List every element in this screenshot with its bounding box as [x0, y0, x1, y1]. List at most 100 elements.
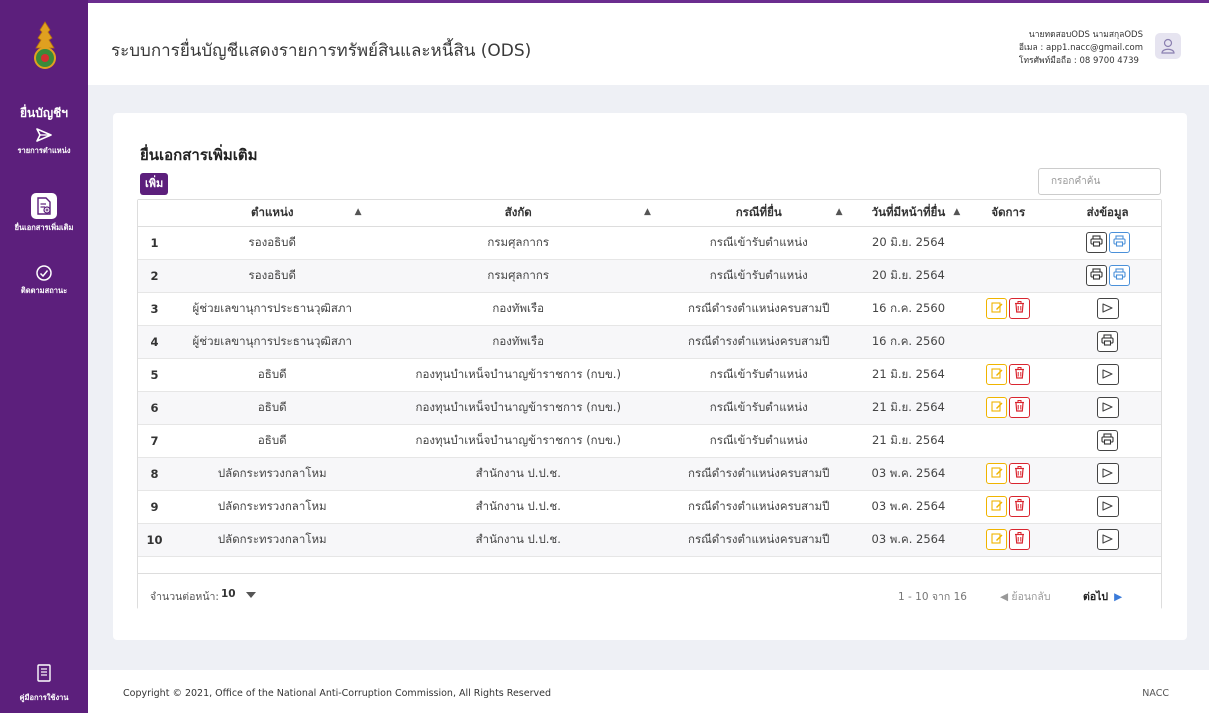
manual-book-icon [37, 664, 51, 682]
sort-icon[interactable]: ▲︎ [953, 207, 960, 217]
active-item-box [31, 193, 57, 219]
delete-button[interactable] [1009, 397, 1031, 418]
print-button[interactable] [1085, 265, 1107, 286]
sort-icon[interactable]: ▲︎ [355, 207, 362, 217]
send-button[interactable] [1096, 529, 1119, 550]
sidebar-item-track-status[interactable]: ติดตามสถานะ [0, 264, 88, 297]
cell-send [1054, 325, 1161, 359]
table-row: 6 อธิบดี กองทุนบำเหน็จบำนาญข้าราชการ (กบ… [138, 391, 1161, 425]
footer-org: NACC [1142, 688, 1169, 699]
user-email: อีเมล : app1.nacc@gmail.com [1018, 43, 1143, 53]
cell-position: ปลัดกระทรวงกลาโหม [170, 457, 374, 491]
row-number: 4 [138, 325, 171, 359]
search-input[interactable] [1038, 168, 1161, 195]
cell-date: 21 มิ.ย. 2564 [854, 391, 963, 425]
table-row: 7 อธิบดี กองทุนบำเหน็จบำนาญข้าราชการ (กบ… [138, 424, 1161, 458]
delete-button[interactable] [1009, 298, 1031, 319]
print-button[interactable] [1097, 331, 1119, 352]
send-button[interactable] [1096, 298, 1119, 319]
cell-date: 03 พ.ค. 2564 [854, 523, 963, 557]
per-page-select[interactable]: 10 [221, 588, 236, 600]
cell-send [1054, 424, 1161, 458]
edit-button[interactable] [986, 397, 1008, 418]
printer-icon [1090, 268, 1103, 283]
cell-date: 16 ก.ค. 2560 [854, 292, 963, 326]
sort-icon[interactable]: ▲︎ [644, 207, 651, 217]
cell-dept: สำนักงาน ป.ป.ช. [373, 457, 663, 491]
send-icon [1102, 533, 1113, 547]
sidebar-item-manual[interactable]: คู่มือการใช้งาน [0, 664, 88, 704]
documents-table: ตำแหน่ง ▲︎ สังกัด ▲︎ กรณีที่ยื่น ▲︎ วันที่ม… [137, 199, 1162, 609]
sidebar-item-additional-docs[interactable]: ยื่นเอกสารเพิ่มเติม [0, 193, 88, 234]
row-number: 6 [138, 391, 171, 425]
table-row: 5 อธิบดี กองทุนบำเหน็จบำนาญข้าราชการ (กบ… [138, 358, 1161, 392]
header-date[interactable]: วันที่มีหน้าที่ยื่น ▲︎ [854, 200, 963, 227]
delete-button[interactable] [1009, 529, 1031, 550]
send-button[interactable] [1096, 496, 1119, 517]
cell-date: 21 มิ.ย. 2564 [854, 424, 963, 458]
cell-dept: สำนักงาน ป.ป.ช. [373, 490, 663, 524]
print-button[interactable] [1097, 430, 1119, 451]
cell-manage [962, 457, 1055, 491]
header-label: ตำแหน่ง [251, 204, 294, 219]
cell-position: รองอธิบดี [170, 259, 374, 293]
table-row: 9 ปลัดกระทรวงกลาโหม สำนักงาน ป.ป.ช. กรณี… [138, 490, 1161, 524]
send-button[interactable] [1096, 364, 1119, 385]
cell-send [1054, 292, 1161, 326]
edit-button[interactable] [986, 298, 1008, 319]
next-page-button[interactable]: ต่อไป ▶︎ [1083, 588, 1122, 605]
footer: Copyright © 2021, Office of the National… [88, 670, 1209, 713]
table-row: 4 ผู้ช่วยเลขานุการประธานวุฒิสภา กองทัพเร… [138, 325, 1161, 359]
edit-icon [991, 499, 1003, 514]
table-header-row: ตำแหน่ง ▲︎ สังกัด ▲︎ กรณีที่ยื่น ▲︎ วันที่ม… [138, 200, 1161, 227]
cell-manage [962, 358, 1055, 392]
delete-button[interactable] [1009, 496, 1031, 517]
send-icon [1102, 368, 1113, 382]
header-case[interactable]: กรณีที่ยื่น ▲︎ [662, 200, 855, 227]
cell-date: 20 มิ.ย. 2564 [854, 226, 963, 260]
prev-page-button[interactable]: ◀ ย้อนกลับ [1000, 588, 1051, 605]
user-phone: โทรศัพท์มือถือ : 08 9700 4739 [1018, 56, 1139, 66]
row-number: 3 [138, 292, 171, 326]
cell-manage [962, 391, 1055, 425]
sort-icon[interactable]: ▲︎ [836, 207, 843, 217]
cell-send [1054, 358, 1161, 392]
print-alt-button[interactable] [1108, 265, 1130, 286]
cell-send [1054, 490, 1161, 524]
cell-case: กรณีดำรงตำแหน่งครบสามปี [662, 292, 855, 326]
printer-icon [1113, 235, 1126, 250]
header-dept[interactable]: สังกัด ▲︎ [373, 200, 663, 227]
header-position[interactable]: ตำแหน่ง ▲︎ [170, 200, 374, 227]
cell-send [1054, 226, 1161, 260]
cell-case: กรณีเข้ารับตำแหน่ง [662, 424, 855, 458]
table-row: 1 รองอธิบดี กรมศุลกากร กรณีเข้ารับตำแหน่… [138, 226, 1161, 260]
manual-label: คู่มือการใช้งาน [19, 693, 69, 702]
send-button[interactable] [1096, 463, 1119, 484]
chevron-down-icon[interactable] [246, 592, 256, 598]
edit-button[interactable] [986, 496, 1008, 517]
cell-case: กรณีเข้ารับตำแหน่ง [662, 259, 855, 293]
edit-button[interactable] [986, 463, 1008, 484]
header-no [138, 200, 171, 227]
print-alt-button[interactable] [1108, 232, 1130, 253]
edit-button[interactable] [986, 364, 1008, 385]
send-button[interactable] [1096, 397, 1119, 418]
edit-button[interactable] [986, 529, 1008, 550]
cell-dept: กองทัพเรือ [373, 325, 663, 359]
add-button[interactable]: เพิ่ม [140, 173, 169, 195]
delete-button[interactable] [1009, 364, 1031, 385]
sidebar-item-label: ยื่นเอกสารเพิ่มเติม [14, 223, 74, 232]
cell-date: 20 มิ.ย. 2564 [854, 259, 963, 293]
trash-icon [1014, 367, 1025, 382]
avatar[interactable] [1155, 33, 1181, 59]
delete-button[interactable] [1009, 463, 1031, 484]
sidebar-item-positions[interactable]: รายการตำแหน่ง [0, 128, 88, 157]
cell-manage [962, 226, 1055, 260]
edit-icon [991, 400, 1003, 415]
header-send: ส่งข้อมูล [1054, 200, 1161, 227]
cell-case: กรณีเข้ารับตำแหน่ง [662, 226, 855, 260]
cell-position: รองอธิบดี [170, 226, 374, 260]
print-button[interactable] [1085, 232, 1107, 253]
cell-case: กรณีดำรงตำแหน่งครบสามปี [662, 523, 855, 557]
trash-icon [1014, 466, 1025, 481]
